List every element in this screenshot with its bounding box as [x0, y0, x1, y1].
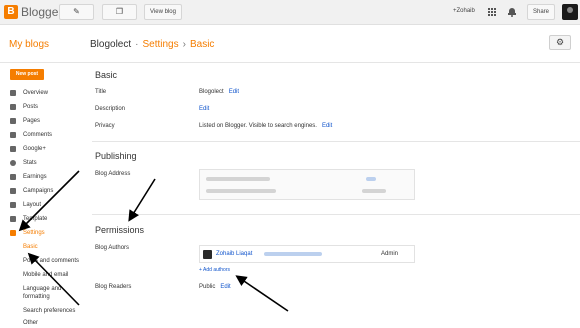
blog-readers-value: Public Edit [199, 284, 231, 290]
sidebar-item-settings[interactable]: Settings [10, 228, 90, 238]
settings-sub-mobile-and-email[interactable]: Mobile and email [23, 271, 68, 279]
sidebar-item-label: Campaigns [23, 188, 54, 194]
my-blogs-link[interactable]: My blogs [9, 39, 49, 50]
sidebar-item-label: Google+ [23, 146, 46, 152]
breadcrumb: Blogolect · Settings › Basic [90, 39, 214, 50]
add-authors-link[interactable]: + Add authors [199, 267, 230, 273]
privacy-label: Privacy [95, 123, 115, 129]
author-name-link[interactable]: Zohaib Liaqat [216, 251, 252, 257]
stats-icon [10, 160, 16, 166]
settings-sub-posts-and-comments[interactable]: Posts and comments [23, 257, 79, 265]
wrench-icon [10, 230, 16, 236]
comments-icon [10, 132, 16, 138]
sidebar-item-label: Pages [23, 118, 41, 124]
view-blog-button[interactable]: View blog [144, 4, 182, 20]
home-icon [10, 90, 16, 96]
sidebar-item-pages[interactable]: Pages [10, 116, 90, 126]
description-value: Edit [199, 106, 209, 112]
blog-address-box [199, 169, 415, 200]
breadcrumb-settings[interactable]: Settings [142, 39, 178, 50]
publishing-heading: Publishing [95, 151, 137, 161]
sidebar-item-comments[interactable]: Comments [10, 130, 90, 140]
sidebar-item-label: Comments [23, 132, 53, 138]
redacted-action[interactable] [362, 189, 386, 193]
settings-sub-basic[interactable]: Basic [23, 243, 38, 251]
author-avatar [203, 250, 212, 259]
pencil-icon: ✎ [73, 7, 80, 16]
blog-authors-label: Blog Authors [95, 245, 130, 251]
apps-grid-icon[interactable] [488, 8, 496, 16]
sidebar-item-layout[interactable]: Layout [10, 200, 90, 210]
posts-list-button[interactable]: ❐ [102, 4, 137, 20]
redacted-address-secondary [206, 189, 276, 193]
sidebar-item-label: Earnings [23, 174, 47, 180]
sidebar-item-label: Stats [23, 160, 37, 166]
redacted-address [206, 177, 270, 181]
settings-sub-search-preferences[interactable]: Search preferences [23, 307, 75, 315]
header-row: My blogs Blogolect · Settings › Basic ⚙ [0, 25, 580, 63]
sidebar-item-label: Template [23, 216, 48, 222]
breadcrumb-blog-name[interactable]: Blogolect [90, 39, 131, 50]
earnings-icon [10, 174, 16, 180]
breadcrumb-separator: · [135, 39, 139, 50]
campaigns-icon [10, 188, 16, 194]
divider [92, 214, 580, 215]
description-label: Description [95, 106, 126, 112]
sidebar-item-stats[interactable]: Stats [10, 158, 90, 168]
basic-heading: Basic [95, 70, 118, 80]
redacted-edit-link[interactable] [366, 177, 376, 181]
share-button[interactable]: Share [527, 4, 555, 20]
sidebar-item-label: Settings [23, 230, 45, 236]
template-icon [10, 216, 16, 222]
breadcrumb-chevron: › [182, 39, 186, 50]
sidebar-item-overview[interactable]: Overview [10, 88, 90, 98]
permissions-heading: Permissions [95, 225, 145, 235]
arrow-to-permissions [128, 178, 156, 222]
description-edit-link[interactable]: Edit [199, 106, 209, 112]
user-profile-link[interactable]: +Zohaib [453, 8, 475, 14]
top-bar: B Blogger ✎ ❐ View blog +Zohaib Share [0, 0, 580, 25]
arrow-to-add-authors [235, 275, 289, 312]
sidebar-item-label: Posts [23, 104, 39, 110]
readers-edit-link[interactable]: Edit [220, 284, 230, 290]
settings-gear-button[interactable]: ⚙ [549, 35, 571, 50]
divider [92, 141, 580, 142]
settings-sub-language-and[interactable]: Language and [23, 285, 61, 293]
sidebar-item-label: Overview [23, 90, 49, 96]
privacy-edit-link[interactable]: Edit [322, 123, 332, 129]
redacted-author-email [264, 252, 322, 256]
posts-icon [10, 104, 16, 110]
blog-address-label: Blog Address [95, 171, 131, 177]
notifications-bell-icon[interactable] [508, 7, 516, 17]
gear-icon: ⚙ [555, 37, 565, 47]
sidebar-item-earnings[interactable]: Earnings [10, 172, 90, 182]
sidebar-item-label: Layout [23, 202, 42, 208]
google-plus-icon [10, 146, 16, 152]
layout-icon [10, 202, 16, 208]
avatar[interactable] [562, 4, 578, 20]
author-role[interactable]: Admin [381, 251, 398, 257]
breadcrumb-basic: Basic [189, 39, 215, 50]
blog-readers-label: Blog Readers [95, 284, 132, 290]
privacy-value: Listed on Blogger. Visible to search eng… [199, 123, 332, 129]
settings-sub-formatting[interactable]: formatting [23, 293, 50, 301]
readers-text: Public [199, 284, 216, 290]
new-post-button[interactable]: New post [10, 69, 44, 80]
privacy-text: Listed on Blogger. Visible to search eng… [199, 123, 317, 129]
title-value: Blogolect Edit [199, 89, 239, 95]
sidebar-item-campaigns[interactable]: Campaigns [10, 186, 90, 196]
pages-icon [10, 118, 16, 124]
sidebar-item-google-plus[interactable]: Google+ [10, 144, 90, 154]
app-title[interactable]: Blogger [21, 5, 62, 19]
copy-icon: ❐ [115, 7, 124, 16]
blogger-logo-icon[interactable]: B [4, 5, 18, 19]
title-text: Blogolect [199, 89, 224, 95]
new-post-pencil-button[interactable]: ✎ [59, 4, 94, 20]
title-edit-link[interactable]: Edit [229, 89, 239, 95]
sidebar-item-posts[interactable]: Posts [10, 102, 90, 112]
settings-sub-other[interactable]: Other [23, 319, 38, 327]
author-row: Zohaib Liaqat Admin [199, 245, 415, 263]
title-label: Title [95, 89, 107, 95]
sidebar-item-template[interactable]: Template [10, 214, 90, 224]
